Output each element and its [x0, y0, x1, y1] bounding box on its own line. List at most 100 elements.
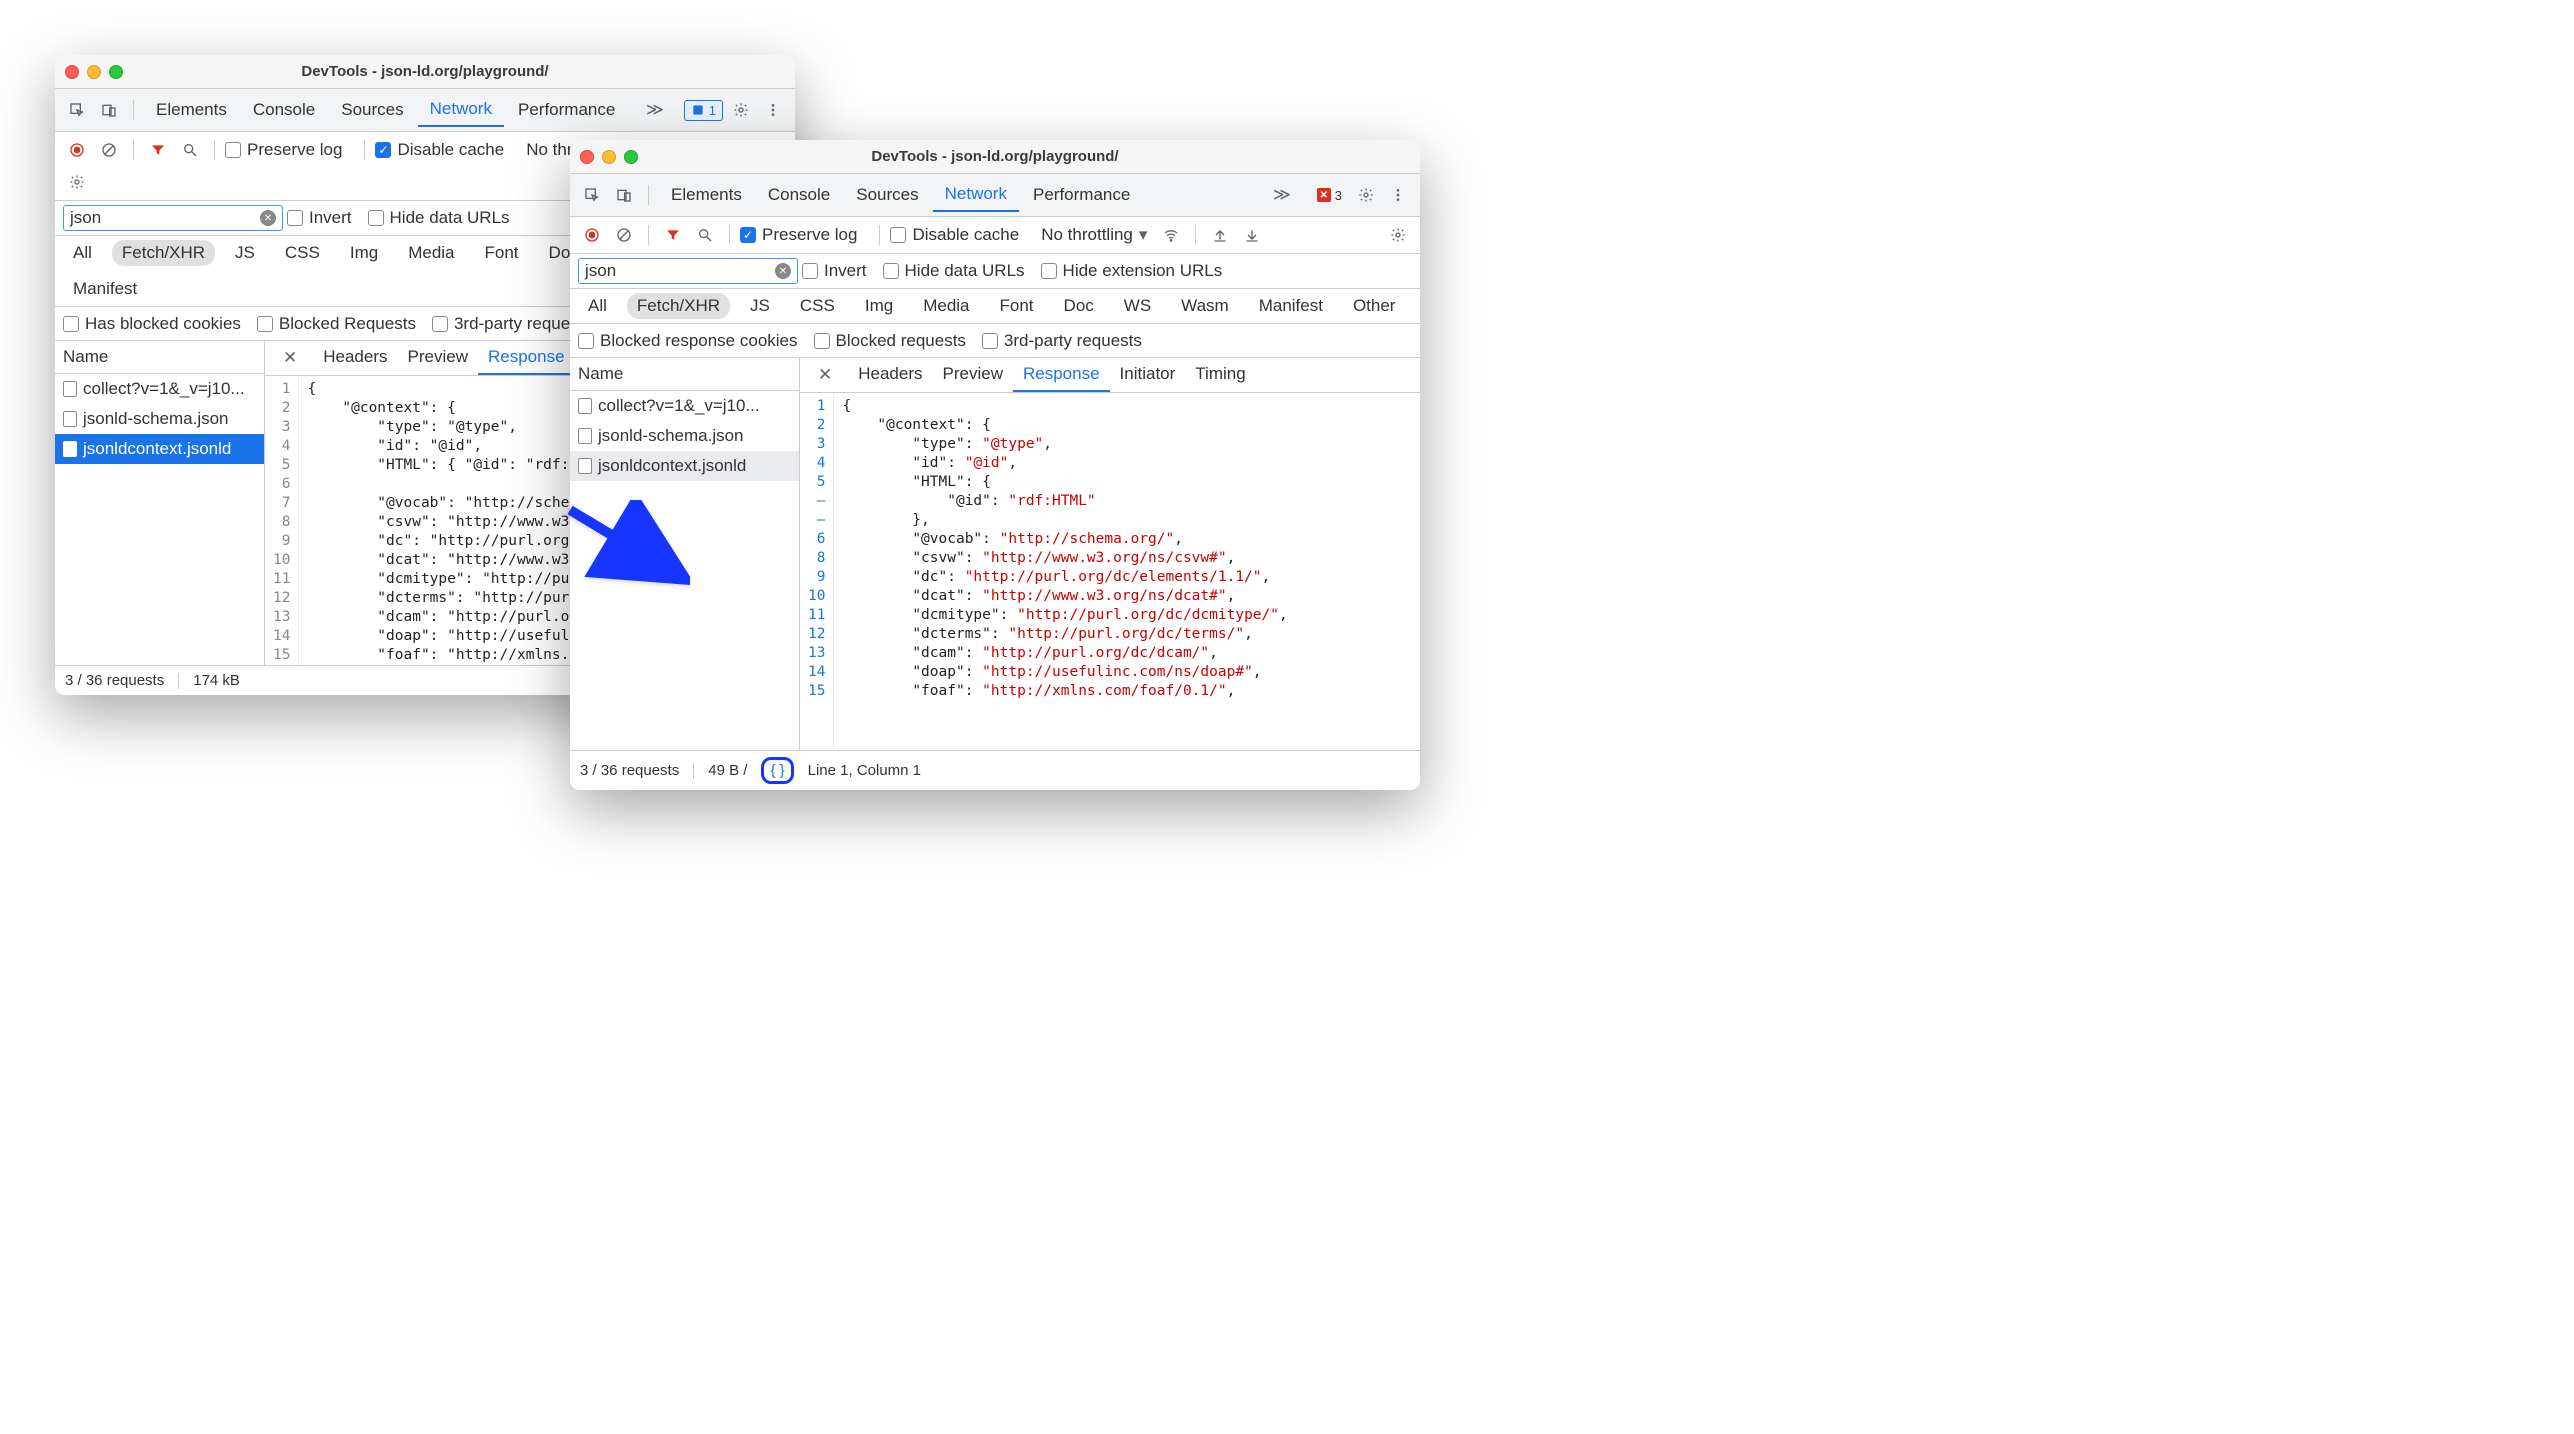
inspect-icon[interactable] [578, 181, 606, 209]
blocked-requests-checkbox[interactable]: Blocked Requests [257, 314, 416, 334]
tab-console[interactable]: Console [241, 94, 327, 126]
detail-tab-headers[interactable]: Headers [313, 341, 397, 375]
detail-tab-response[interactable]: Response [1013, 358, 1110, 392]
preserve-log-checkbox[interactable]: Preserve log [225, 140, 342, 160]
clear-icon[interactable] [610, 221, 638, 249]
blocked-cookies-checkbox[interactable]: Has blocked cookies [63, 314, 241, 334]
type-filter-img[interactable]: Img [340, 240, 388, 266]
tab-sources[interactable]: Sources [329, 94, 415, 126]
type-filter-manifest[interactable]: Manifest [63, 276, 147, 302]
network-settings-gear-icon[interactable] [1384, 221, 1412, 249]
detail-tab-headers[interactable]: Headers [848, 358, 932, 392]
filter-input[interactable]: json ✕ [578, 258, 798, 284]
type-filter-media[interactable]: Media [398, 240, 464, 266]
third-party-checkbox[interactable]: 3rd-party requests [432, 314, 592, 334]
tab-network[interactable]: Network [418, 93, 504, 127]
type-filter-fetchxhr[interactable]: Fetch/XHR [627, 293, 730, 319]
type-filter-manifest[interactable]: Manifest [1249, 293, 1333, 319]
inspect-icon[interactable] [63, 96, 91, 124]
errors-badge[interactable]: ✕ 3 [1311, 186, 1348, 205]
network-settings-gear-icon[interactable] [63, 168, 91, 196]
disable-cache-checkbox[interactable]: Disable cache [375, 140, 504, 160]
request-row[interactable]: jsonld-schema.json [55, 404, 264, 434]
minimize-window-icon[interactable] [602, 150, 616, 164]
tab-elements[interactable]: Elements [144, 94, 239, 126]
hide-extension-urls-checkbox[interactable]: Hide extension URLs [1041, 261, 1223, 281]
invert-checkbox[interactable]: Invert [802, 261, 867, 281]
type-filter-doc[interactable]: Doc [1054, 293, 1104, 319]
record-icon[interactable] [63, 136, 91, 164]
tab-performance[interactable]: Performance [506, 94, 627, 126]
hide-data-urls-checkbox[interactable]: Hide data URLs [883, 261, 1025, 281]
zoom-window-icon[interactable] [624, 150, 638, 164]
close-detail-icon[interactable]: ✕ [808, 359, 842, 391]
filter-funnel-icon[interactable] [144, 136, 172, 164]
tab-sources[interactable]: Sources [844, 179, 930, 211]
more-tabs-chevron-icon[interactable]: ≫ [1273, 185, 1291, 205]
type-filter-font[interactable]: Font [475, 240, 529, 266]
detail-tab-initiator[interactable]: Initiator [1110, 358, 1186, 392]
code-content[interactable]: { "@context": { "type": "@type", "id": "… [834, 393, 1420, 750]
close-detail-icon[interactable]: ✕ [273, 342, 307, 374]
type-filter-ws[interactable]: WS [1114, 293, 1161, 319]
type-filter-img[interactable]: Img [855, 293, 903, 319]
close-window-icon[interactable] [65, 65, 79, 79]
invert-checkbox[interactable]: Invert [287, 208, 352, 228]
type-filter-css[interactable]: CSS [790, 293, 845, 319]
type-filter-all[interactable]: All [63, 240, 102, 266]
type-filter-media[interactable]: Media [913, 293, 979, 319]
search-icon[interactable] [691, 221, 719, 249]
search-icon[interactable] [176, 136, 204, 164]
detail-tab-response[interactable]: Response [478, 341, 575, 375]
detail-tab-preview[interactable]: Preview [933, 358, 1013, 392]
type-filter-wasm[interactable]: Wasm [1171, 293, 1239, 319]
settings-gear-icon[interactable] [727, 96, 755, 124]
type-filter-all[interactable]: All [578, 293, 617, 319]
close-window-icon[interactable] [580, 150, 594, 164]
hide-data-urls-checkbox[interactable]: Hide data URLs [368, 208, 510, 228]
disable-cache-checkbox[interactable]: Disable cache [890, 225, 1019, 245]
clear-icon[interactable] [95, 136, 123, 164]
type-filter-css[interactable]: CSS [275, 240, 330, 266]
device-toggle-icon[interactable] [95, 96, 123, 124]
request-row[interactable]: jsonldcontext.jsonld [55, 434, 264, 464]
blocked-cookies-checkbox[interactable]: Blocked response cookies [578, 331, 798, 351]
pretty-print-icon[interactable]: { } [761, 757, 793, 784]
third-party-checkbox[interactable]: 3rd-party requests [982, 331, 1142, 351]
type-filter-js[interactable]: JS [740, 293, 780, 319]
list-header-name[interactable]: Name [55, 341, 264, 374]
tab-network[interactable]: Network [933, 178, 1019, 212]
list-header-name[interactable]: Name [570, 358, 799, 391]
type-filter-font[interactable]: Font [990, 293, 1044, 319]
request-row[interactable]: jsonld-schema.json [570, 421, 799, 451]
wifi-icon[interactable] [1157, 221, 1185, 249]
request-row[interactable]: jsonldcontext.jsonld [570, 451, 799, 481]
type-filter-js[interactable]: JS [225, 240, 265, 266]
type-filter-other[interactable]: Other [1343, 293, 1406, 319]
tab-performance[interactable]: Performance [1021, 179, 1142, 211]
filter-input[interactable]: json ✕ [63, 205, 283, 231]
request-row[interactable]: collect?v=1&_v=j10... [570, 391, 799, 421]
preserve-log-checkbox[interactable]: Preserve log [740, 225, 857, 245]
more-tabs-chevron-icon[interactable]: ≫ [646, 100, 664, 120]
minimize-window-icon[interactable] [87, 65, 101, 79]
tab-console[interactable]: Console [756, 179, 842, 211]
kebab-menu-icon[interactable] [1384, 181, 1412, 209]
kebab-menu-icon[interactable] [759, 96, 787, 124]
clear-filter-icon[interactable]: ✕ [260, 210, 276, 226]
upload-har-icon[interactable] [1206, 221, 1234, 249]
clear-filter-icon[interactable]: ✕ [775, 263, 791, 279]
detail-tab-preview[interactable]: Preview [398, 341, 478, 375]
request-row[interactable]: collect?v=1&_v=j10... [55, 374, 264, 404]
settings-gear-icon[interactable] [1352, 181, 1380, 209]
issues-badge[interactable]: 1 [684, 100, 723, 121]
tab-elements[interactable]: Elements [659, 179, 754, 211]
device-toggle-icon[interactable] [610, 181, 638, 209]
download-har-icon[interactable] [1238, 221, 1266, 249]
zoom-window-icon[interactable] [109, 65, 123, 79]
throttling-select[interactable]: No throttling▾ [1035, 225, 1153, 245]
blocked-requests-checkbox[interactable]: Blocked requests [814, 331, 966, 351]
record-icon[interactable] [578, 221, 606, 249]
filter-funnel-icon[interactable] [659, 221, 687, 249]
type-filter-fetchxhr[interactable]: Fetch/XHR [112, 240, 215, 266]
